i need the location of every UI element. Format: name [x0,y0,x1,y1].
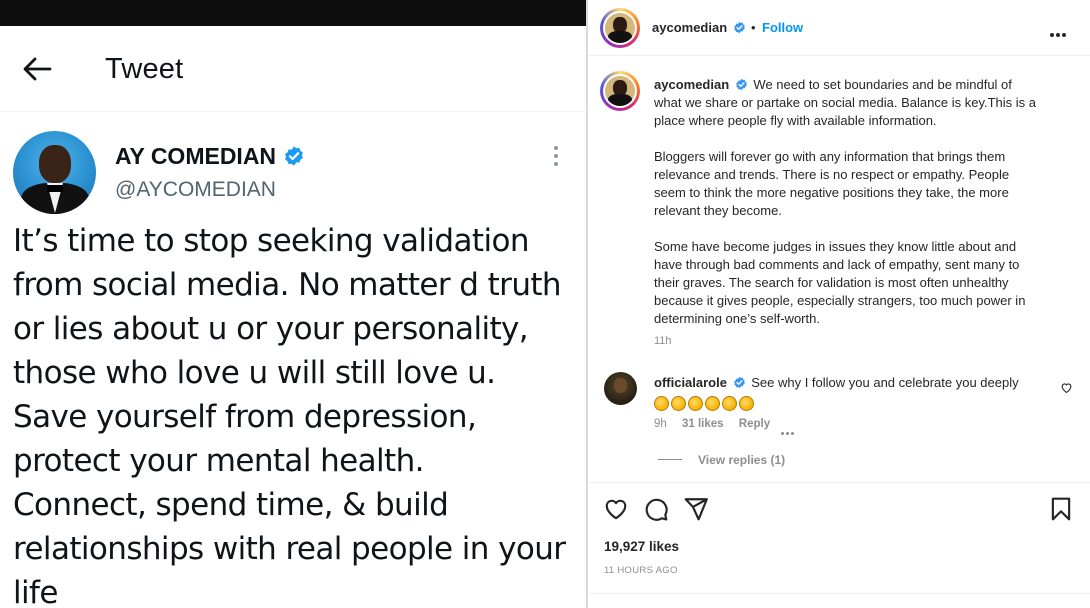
comment-icon[interactable] [643,496,669,522]
caption-line: relevant they become. [654,203,782,218]
twitter-tweet-panel: Tweet AY COMEDIAN @AYCOMEDIAN It’s time … [0,0,588,608]
caption-blank-line [654,130,1068,148]
caption-avatar[interactable] [600,71,640,111]
author-name[interactable]: AY COMEDIAN [115,143,276,170]
comment-meta: 9h 31 likes Reply [654,418,782,430]
caption-line: place where people fly with available in… [654,113,937,128]
caption-line: Some have become judges in issues they k… [654,239,1017,254]
clap-emoji-icon [671,396,686,411]
more-options-icon[interactable] [1050,24,1070,37]
tweet-line: Save yourself from depression, [13,399,477,435]
browser-top-bar [0,0,588,26]
caption-line: their graves. The search for validation … [654,275,1009,290]
author-avatar[interactable] [13,131,96,214]
heart-icon[interactable] [603,496,629,522]
caption-line: what we share or partake on social media… [654,95,1036,110]
comment-time[interactable]: 9h [654,418,667,430]
bottom-divider [588,593,1090,594]
caption-username[interactable]: aycomedian [654,77,729,92]
comment-text: See why I follow you and celebrate you d… [751,375,1019,390]
tweet-line: from social media. No matter d truth [13,267,562,303]
caption-line: relevance and trends. There is no respec… [654,167,1010,182]
caption-line: have through bad comments and lack of em… [654,257,1020,272]
actions-divider [588,482,1090,483]
comment: officialarole See why I follow you and c… [654,374,1054,413]
comment-options-icon[interactable] [781,422,796,440]
page-title: Tweet [105,53,184,85]
caption-line: Bloggers will forever go with any inform… [654,149,1006,164]
caption-blank-line [654,220,1068,238]
tweet-line: Connect, spend time, & build [13,487,449,523]
follow-button[interactable]: Follow [762,20,803,35]
caption-line: determining one’s self-worth. [654,311,820,326]
header-avatar[interactable] [600,8,640,48]
post-header: aycomedian • Follow [588,0,1090,56]
instagram-post-panel: aycomedian • Follow aycomedian We need t… [588,0,1090,608]
tweet-line: or lies about u or your personality, [13,311,529,347]
clap-emoji-icon [722,396,737,411]
tweet-line: life [13,575,58,608]
author-handle[interactable]: @AYCOMEDIAN [115,178,276,202]
tweet-line: protect your mental health. [13,443,424,479]
view-replies-label: View replies (1) [698,453,786,467]
likes-count[interactable]: 19,927 likes [604,539,679,554]
clap-emoji-icon [739,396,754,411]
tweet-line: relationships with real people in your [13,531,566,567]
caption-line: seem to think the more negative position… [654,185,1009,200]
clap-emoji-icon [688,396,703,411]
header-username[interactable]: aycomedian [652,20,727,35]
separator-dot: • [751,20,756,35]
verified-badge-icon [733,376,745,389]
tweet-line: It’s time to stop seeking validation [13,223,529,259]
tweet-text: It’s time to stop seeking validation fro… [13,219,585,608]
caption-line: We need to set boundaries and be mindful… [753,77,1012,92]
post-caption: aycomedian We need to set boundaries and… [654,76,1068,328]
more-options-icon[interactable] [546,144,566,168]
clap-emoji-icon [705,396,720,411]
verified-badge-icon [736,78,747,91]
post-time-ago: 11 HOURS AGO [604,565,678,576]
reply-button[interactable]: Reply [739,418,770,430]
verified-badge-icon [285,146,303,166]
tweet-line: those who love u will still love u. [13,355,496,391]
comment-username[interactable]: officialarole [654,375,727,390]
tweet-header: Tweet [0,26,588,112]
clap-emoji-row [654,395,1054,413]
back-arrow-icon[interactable] [22,56,52,82]
comment-like-heart-icon[interactable] [1060,381,1073,394]
view-replies-button[interactable]: View replies (1) [658,453,785,467]
share-icon[interactable] [683,496,709,522]
bookmark-icon[interactable] [1048,496,1074,522]
caption-timestamp[interactable]: 11h [654,335,672,347]
commenter-avatar[interactable] [604,372,637,405]
verified-badge-icon [734,21,745,34]
replies-line [658,459,682,460]
clap-emoji-icon [654,396,669,411]
caption-line: because it gives people, especially stra… [654,293,1026,308]
comment-likes[interactable]: 31 likes [682,418,724,430]
